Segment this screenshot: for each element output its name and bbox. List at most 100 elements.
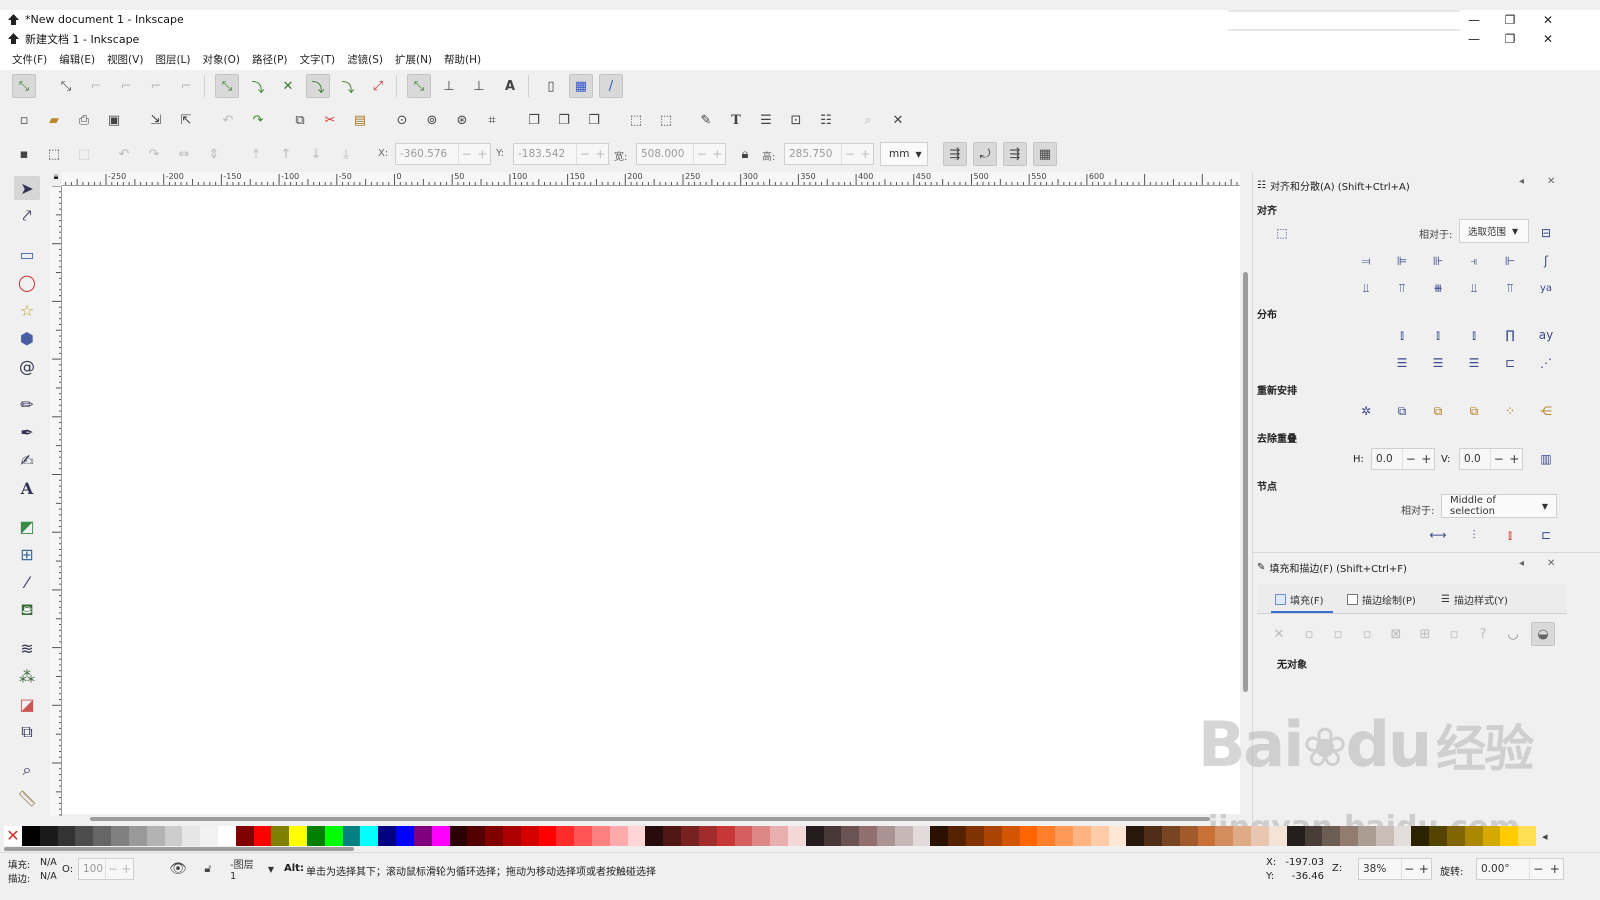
tab-stroke-style[interactable]: ☰ 描边样式(Y) xyxy=(1441,587,1508,611)
menu-layer[interactable]: 图层(L) xyxy=(155,52,190,67)
3d-box-tool-icon[interactable]: ⬢ xyxy=(14,326,40,350)
color-swatch[interactable] xyxy=(592,826,610,846)
palette-menu-icon[interactable]: ◂ xyxy=(1542,830,1548,843)
unlink-clone-icon[interactable]: ❐ xyxy=(582,108,606,132)
v-gap-plus[interactable]: + xyxy=(1509,452,1519,466)
color-swatch[interactable] xyxy=(22,826,40,846)
select-all-layers-icon[interactable]: ⬚ xyxy=(42,142,66,166)
height-minus[interactable]: − xyxy=(845,147,855,161)
nodes-relative-to-dropdown[interactable]: Middle of selection ▼ xyxy=(1441,494,1557,518)
group-icon[interactable]: ⬚ xyxy=(624,108,648,132)
color-swatch[interactable] xyxy=(200,826,218,846)
color-swatch[interactable] xyxy=(1482,826,1501,846)
exchange-clockwise-icon[interactable]: ⧉ xyxy=(1463,400,1485,422)
zoom-minus[interactable]: − xyxy=(1404,862,1414,876)
color-swatch[interactable] xyxy=(1304,826,1323,846)
color-swatch[interactable] xyxy=(307,826,325,846)
color-swatch[interactable] xyxy=(271,826,290,846)
transform-patterns-icon[interactable]: ▦ xyxy=(1033,142,1057,166)
paint-bucket-tool-icon[interactable]: ⛾ xyxy=(14,598,40,622)
close-button-2[interactable]: ✕ xyxy=(1530,29,1566,48)
rectangle-tool-icon[interactable]: ▭ xyxy=(14,242,40,266)
height-field[interactable]: 285.750 − + xyxy=(784,143,874,165)
unclump-icon[interactable]: ⋲ xyxy=(1535,400,1557,422)
color-swatch[interactable] xyxy=(663,826,682,846)
color-swatch[interactable] xyxy=(1055,826,1073,846)
rotate-cw-icon[interactable]: ↷ xyxy=(142,142,166,166)
h-gap-field[interactable]: 0.0 − + xyxy=(1371,448,1435,470)
align-bottom-edges-icon[interactable]: ⫫ xyxy=(1463,277,1485,299)
color-swatch[interactable] xyxy=(734,826,753,846)
no-color-swatch-icon[interactable]: ✕ xyxy=(4,826,22,846)
color-swatch[interactable] xyxy=(449,826,468,846)
color-swatch[interactable] xyxy=(1340,826,1358,846)
color-swatch[interactable] xyxy=(253,826,272,846)
color-swatch[interactable] xyxy=(39,826,58,846)
opacity-minus[interactable]: − xyxy=(108,862,118,876)
horizontal-scrollbar[interactable] xyxy=(62,814,1240,824)
color-swatch[interactable] xyxy=(146,826,165,846)
snap-page-border-icon[interactable]: ▯ xyxy=(539,74,563,98)
ellipse-tool-icon[interactable]: ◯ xyxy=(14,270,40,294)
opacity-field[interactable]: 100 − + xyxy=(78,858,134,880)
distribute-baseline-v-icon[interactable]: ⋰ xyxy=(1535,352,1557,374)
graph-layout-icon[interactable]: ✲ xyxy=(1355,400,1377,422)
color-swatch[interactable] xyxy=(1215,826,1234,846)
distribute-right-icon[interactable]: ⫾ xyxy=(1463,324,1485,346)
align-left-edges-icon[interactable]: ⊫ xyxy=(1391,250,1413,272)
color-swatch[interactable] xyxy=(894,826,913,846)
randomize-centers-icon[interactable]: ⁘ xyxy=(1499,400,1521,422)
align-top-to-bottom-icon[interactable]: ⫪ xyxy=(1499,277,1521,299)
height-plus[interactable]: + xyxy=(860,147,870,161)
y-plus[interactable]: + xyxy=(595,147,605,161)
color-swatch[interactable] xyxy=(841,826,860,846)
color-swatch[interactable] xyxy=(787,826,806,846)
calligraphy-tool-icon[interactable]: ✍ xyxy=(14,448,40,472)
drawing-canvas[interactable] xyxy=(62,186,1240,814)
color-swatch[interactable] xyxy=(1144,826,1162,846)
color-swatch[interactable] xyxy=(770,826,788,846)
align-top-edges-icon[interactable]: ⫪ xyxy=(1391,277,1413,299)
menu-path[interactable]: 路径(P) xyxy=(252,52,288,67)
scale-stroke-icon[interactable]: ⇶ xyxy=(943,142,967,166)
distribute-nodes-vertical-icon[interactable]: ⊏ xyxy=(1535,524,1557,546)
distribute-gaps-v-icon[interactable]: ⊏ xyxy=(1499,352,1521,374)
lock-ratio-icon[interactable]: 🔒︎ xyxy=(733,142,757,166)
snap-center-icon[interactable]: ⊥ xyxy=(437,74,461,98)
zoom-drawing-icon[interactable]: ⊚ xyxy=(420,108,444,132)
eraser-tool-icon[interactable]: ◪ xyxy=(14,692,40,716)
distribute-nodes-horizontal-icon[interactable]: ⫾ xyxy=(1499,524,1521,546)
color-swatch[interactable] xyxy=(1126,826,1145,846)
pen-tool-icon[interactable]: ✒ xyxy=(14,420,40,444)
width-plus[interactable]: + xyxy=(712,147,722,161)
mesh-gradient-icon[interactable]: ⊠ xyxy=(1384,622,1408,646)
move-as-group-icon[interactable]: ⊟ xyxy=(1535,222,1557,244)
v-gap-field[interactable]: 0.0 − + xyxy=(1459,448,1523,470)
flip-vertical-icon[interactable]: ⇕ xyxy=(202,142,226,166)
x-minus[interactable]: − xyxy=(462,147,472,161)
no-paint-icon[interactable]: ✕ xyxy=(1267,622,1291,646)
menu-file[interactable]: 文件(F) xyxy=(12,52,47,67)
snap-intersection-icon[interactable]: ✕ xyxy=(276,74,300,98)
minimize-button[interactable]: — xyxy=(1456,10,1492,29)
h-gap-minus[interactable]: − xyxy=(1406,452,1416,466)
width-minus[interactable]: − xyxy=(697,147,707,161)
color-swatch[interactable] xyxy=(716,826,735,846)
snap-guide-icon[interactable]: / xyxy=(599,74,623,98)
tab-stroke-paint[interactable]: 描边绘制(P) xyxy=(1347,587,1416,611)
layers-icon[interactable]: ☰ xyxy=(754,108,778,132)
distribute-center-h-icon[interactable]: ⫾ xyxy=(1427,324,1449,346)
align-left-to-right-icon[interactable]: ⊩ xyxy=(1499,250,1521,272)
duplicate-icon[interactable]: ❐ xyxy=(522,108,546,132)
y-minus[interactable]: − xyxy=(580,147,590,161)
open-icon[interactable]: ▰ xyxy=(42,108,66,132)
cut-icon[interactable]: ✂ xyxy=(318,108,342,132)
align-text-anchors-icon[interactable]: ya xyxy=(1535,277,1557,299)
close-button[interactable]: ✕ xyxy=(1530,10,1566,29)
color-swatch[interactable] xyxy=(289,826,307,846)
snap-midpoint-icon[interactable]: ⤢ xyxy=(366,74,390,98)
x-field[interactable]: -360.576 − + xyxy=(395,143,491,165)
transform-gradients-icon[interactable]: ⇶ xyxy=(1003,142,1027,166)
center-horizontal-axis-icon[interactable]: ⧻ xyxy=(1427,277,1449,299)
distribute-baseline-h-icon[interactable]: ay xyxy=(1535,324,1557,346)
